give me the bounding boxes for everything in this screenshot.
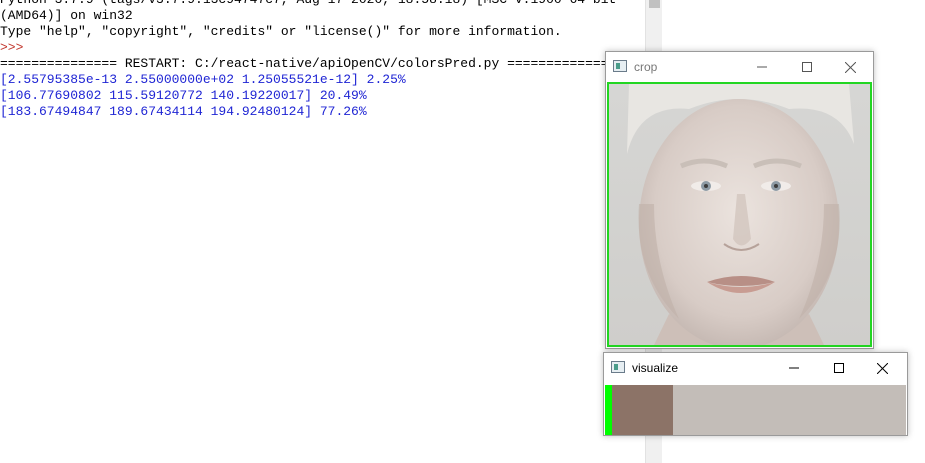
app-icon xyxy=(611,361,625,373)
shell-line: [106.77690802 115.59120772 140.19220017]… xyxy=(0,88,367,103)
shell-line: =============== RESTART: C:/react-native… xyxy=(0,56,625,71)
shell-line: Type "help", "copyright", "credits" or "… xyxy=(0,24,562,39)
minimize-button[interactable] xyxy=(739,52,784,82)
maximize-button[interactable] xyxy=(784,52,829,82)
maximize-icon xyxy=(801,62,812,72)
color-swatch xyxy=(673,385,906,435)
visualize-titlebar[interactable]: visualize xyxy=(604,353,907,383)
scroll-thumb[interactable] xyxy=(649,0,660,8)
crop-window[interactable]: crop xyxy=(605,51,874,349)
close-icon xyxy=(877,362,888,374)
maximize-button[interactable] xyxy=(816,353,861,383)
color-swatch xyxy=(605,385,612,435)
minimize-icon xyxy=(788,367,799,369)
face-photo xyxy=(609,84,870,345)
shell-line: >>> xyxy=(0,40,24,55)
shell-line: [2.55795385e-13 2.55000000e+02 1.2505552… xyxy=(0,72,406,87)
shell-line: (AMD64)] on win32 xyxy=(0,8,133,23)
color-swatch xyxy=(611,385,674,435)
visualize-window[interactable]: visualize xyxy=(603,352,908,436)
shell-line: Python 3.7.9 (tags/v3.7.9:13c94747c7, Au… xyxy=(0,0,616,8)
close-button[interactable] xyxy=(860,353,905,383)
shell-line: [183.67494847 189.67434114 194.92480124]… xyxy=(0,104,367,119)
minimize-icon xyxy=(756,66,767,68)
close-button[interactable] xyxy=(828,52,873,82)
app-icon xyxy=(613,60,627,72)
crop-titlebar[interactable]: crop xyxy=(606,52,873,82)
crop-window-title: crop xyxy=(634,60,658,74)
face-image xyxy=(607,82,872,347)
maximize-icon xyxy=(833,363,844,373)
close-icon xyxy=(845,61,856,73)
python-shell[interactable]: Python 3.7.9 (tags/v3.7.9:13c94747c7, Au… xyxy=(0,0,645,463)
color-bar xyxy=(605,385,906,435)
minimize-button[interactable] xyxy=(771,353,816,383)
visualize-window-title: visualize xyxy=(632,361,679,375)
